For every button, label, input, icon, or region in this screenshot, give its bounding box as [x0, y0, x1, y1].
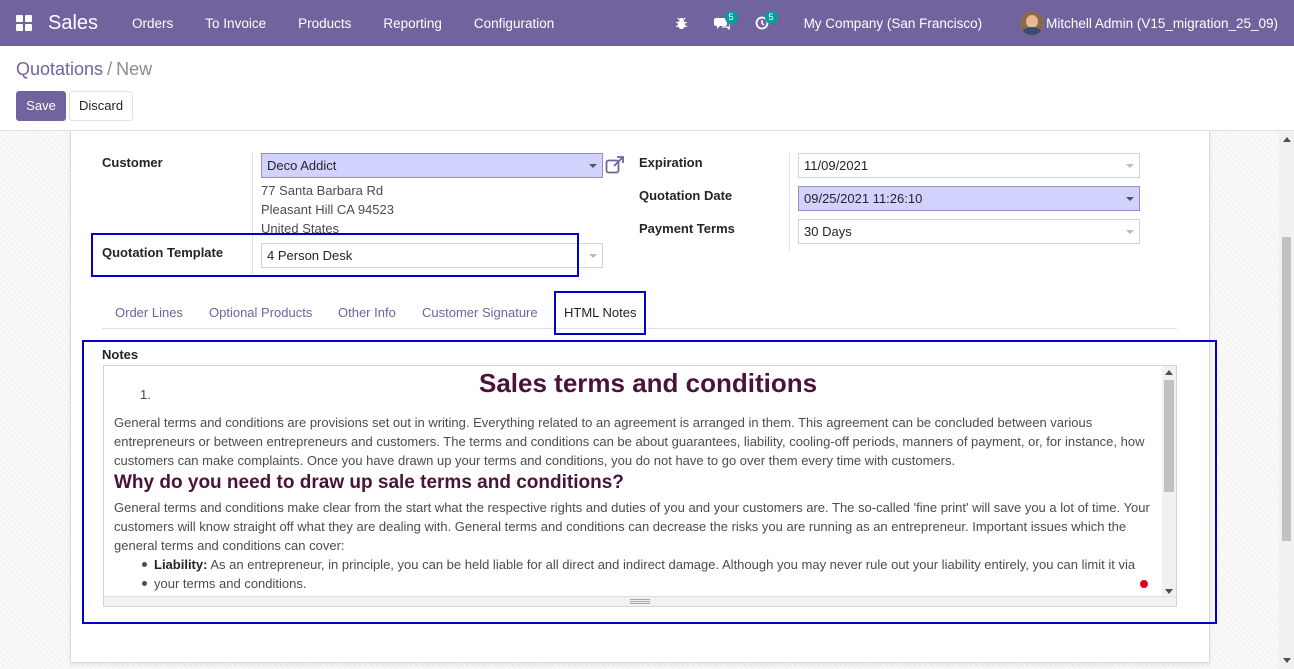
breadcrumb: Quotations / New [16, 59, 152, 80]
payment-terms-label: Payment Terms [639, 221, 735, 236]
menu-reporting[interactable]: Reporting [367, 16, 458, 31]
payment-terms-value: 30 Days [804, 224, 852, 239]
activities-badge: 5 [764, 11, 778, 24]
expiration-label: Expiration [639, 155, 703, 170]
highlight-box-notes [82, 340, 1217, 624]
breadcrumb-quotations[interactable]: Quotations [16, 59, 103, 79]
top-navbar: Sales Orders To Invoice Products Reporti… [0, 0, 1294, 46]
chevron-down-icon[interactable] [589, 164, 597, 168]
customer-value: Deco Addict [267, 158, 337, 173]
menu-orders[interactable]: Orders [116, 16, 189, 31]
discard-button[interactable]: Discard [69, 91, 133, 121]
field-separator [789, 153, 790, 251]
menu-products[interactable]: Products [282, 16, 367, 31]
navbar-systray: 5 5 My Company (San Francisco) Mitchell … [662, 0, 1294, 46]
apps-menu-icon[interactable] [16, 15, 32, 31]
customer-field[interactable]: Deco Addict [261, 153, 603, 178]
customer-address: 77 Santa Barbara Rd Pleasant Hill CA 945… [261, 181, 394, 238]
breadcrumb-separator: / [107, 59, 113, 79]
customer-label: Customer [102, 155, 163, 170]
debug-bug-icon[interactable] [662, 0, 702, 46]
messages-chat-icon[interactable]: 5 [702, 0, 742, 46]
scroll-down-icon[interactable] [1283, 658, 1291, 663]
tab-order-lines[interactable]: Order Lines [115, 296, 183, 329]
save-button[interactable]: Save [16, 91, 66, 121]
page-scrollbar[interactable] [1279, 131, 1294, 669]
user-menu[interactable]: Mitchell Admin (V15_migration_25_09) [1046, 16, 1278, 31]
menu-configuration[interactable]: Configuration [458, 16, 570, 31]
quotation-date-field[interactable]: 09/25/2021 11:26:10 [798, 186, 1140, 211]
company-switcher[interactable]: My Company (San Francisco) [804, 16, 983, 31]
expiration-value: 11/09/2021 [804, 158, 869, 173]
page-scroll-thumb[interactable] [1282, 237, 1291, 541]
scroll-up-icon[interactable] [1283, 137, 1291, 142]
user-avatar[interactable] [1020, 11, 1045, 35]
quotation-date-value: 09/25/2021 11:26:10 [804, 191, 923, 206]
quotation-date-label: Quotation Date [639, 188, 733, 203]
external-link-icon[interactable] [605, 155, 625, 175]
tab-optional-products[interactable]: Optional Products [209, 296, 312, 329]
chevron-down-icon[interactable] [1126, 230, 1134, 234]
chevron-down-icon[interactable] [589, 254, 597, 258]
app-name[interactable]: Sales [48, 12, 98, 35]
highlight-box-template [91, 233, 579, 277]
expiration-field[interactable]: 11/09/2021 [798, 153, 1140, 178]
activities-clock-icon[interactable]: 5 [742, 0, 782, 46]
messages-badge: 5 [724, 11, 738, 24]
address-line: Pleasant Hill CA 94523 [261, 202, 394, 217]
payment-terms-field[interactable]: 30 Days [798, 219, 1140, 244]
address-line: 77 Santa Barbara Rd [261, 183, 384, 198]
tab-other-info[interactable]: Other Info [338, 296, 396, 329]
main-menu: Orders To Invoice Products Reporting Con… [116, 16, 570, 31]
tab-customer-signature[interactable]: Customer Signature [422, 296, 538, 329]
control-panel: Quotations / New Save Discard [0, 46, 1294, 131]
menu-to-invoice[interactable]: To Invoice [189, 16, 282, 31]
chevron-down-icon[interactable] [1126, 164, 1134, 168]
breadcrumb-current: New [116, 59, 153, 79]
highlight-box-tab [554, 291, 646, 335]
chevron-down-icon[interactable] [1126, 197, 1134, 201]
